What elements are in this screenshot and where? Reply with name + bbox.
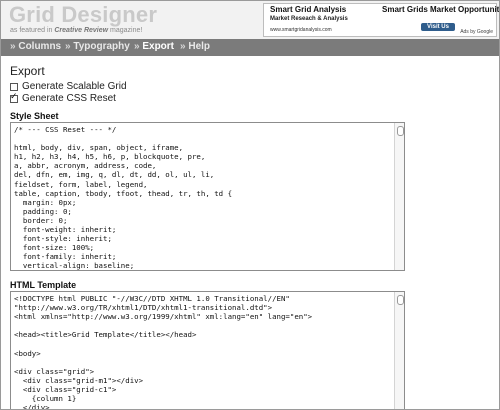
html-template-scroll-thumb[interactable] <box>397 295 404 305</box>
stylesheet-label: Style Sheet <box>10 111 59 121</box>
site-logo[interactable]: Grid Designer <box>9 2 157 28</box>
css-reset-checkbox[interactable] <box>10 92 18 103</box>
tagline-prefix: as featured in <box>10 27 55 34</box>
ad-left[interactable]: Smart Grid Analysis Market Reseach & Ana… <box>270 5 380 34</box>
scalable-grid-checkbox[interactable] <box>10 82 18 91</box>
nav-help-label: Help <box>188 41 211 52</box>
stylesheet-scroll-thumb[interactable] <box>397 126 404 136</box>
nav-arrow-icon: » <box>65 41 71 52</box>
css-reset-label: Generate CSS Reset <box>22 93 116 104</box>
ad-left-title[interactable]: Smart Grid Analysis <box>270 5 380 15</box>
tagline: as featured in Creative Review magazine! <box>10 27 142 34</box>
stylesheet-scrollbar[interactable] <box>394 123 404 270</box>
nav-arrow-icon: » <box>10 41 16 52</box>
nav-columns[interactable]: » Columns <box>10 41 61 52</box>
tagline-suffix: magazine! <box>108 27 143 34</box>
option-css-reset[interactable]: Generate CSS Reset <box>10 92 116 104</box>
main-nav: » Columns » Typography » Export » Help <box>1 39 499 56</box>
tagline-source[interactable]: Creative Review <box>54 27 108 34</box>
ad-left-url[interactable]: www.smartgridanalysis.com <box>270 26 380 34</box>
html-template-scrollbar[interactable] <box>394 292 404 409</box>
export-title: Export <box>10 64 45 78</box>
nav-typography[interactable]: » Typography <box>65 41 130 52</box>
ad-left-subtitle: Market Reseach & Analysis <box>270 16 348 22</box>
nav-help[interactable]: » Help <box>180 41 210 52</box>
html-template-code[interactable]: <!DOCTYPE html PUBLIC "-//W3C//DTD XHTML… <box>11 292 404 409</box>
nav-arrow-icon: » <box>180 41 186 52</box>
ad-right-title[interactable]: Smart Grids Market Opportunitie <box>382 5 499 15</box>
scalable-grid-label: Generate Scalable Grid <box>22 81 127 92</box>
nav-typography-label: Typography <box>73 41 130 52</box>
html-template-textarea[interactable]: <!DOCTYPE html PUBLIC "-//W3C//DTD XHTML… <box>10 291 405 409</box>
ad-visit-button[interactable]: Visit Us <box>421 23 455 31</box>
nav-arrow-icon: » <box>134 41 140 52</box>
app-window: Grid Designer as featured in Creative Re… <box>0 0 500 410</box>
ads-by-google-label[interactable]: Ads by Google <box>460 29 493 35</box>
stylesheet-code[interactable]: /* --- CSS Reset --- */ html, body, div,… <box>11 123 404 270</box>
site-header: Grid Designer as featured in Creative Re… <box>1 1 499 39</box>
option-scalable-grid[interactable]: Generate Scalable Grid <box>10 81 127 92</box>
ad-banner[interactable]: Smart Grid Analysis Market Reseach & Ana… <box>263 3 499 37</box>
stylesheet-textarea[interactable]: /* --- CSS Reset --- */ html, body, div,… <box>10 122 405 271</box>
html-template-label: HTML Template <box>10 280 77 290</box>
nav-export[interactable]: » Export <box>134 41 174 52</box>
nav-export-label: Export <box>142 41 175 52</box>
nav-columns-label: Columns <box>18 41 62 52</box>
